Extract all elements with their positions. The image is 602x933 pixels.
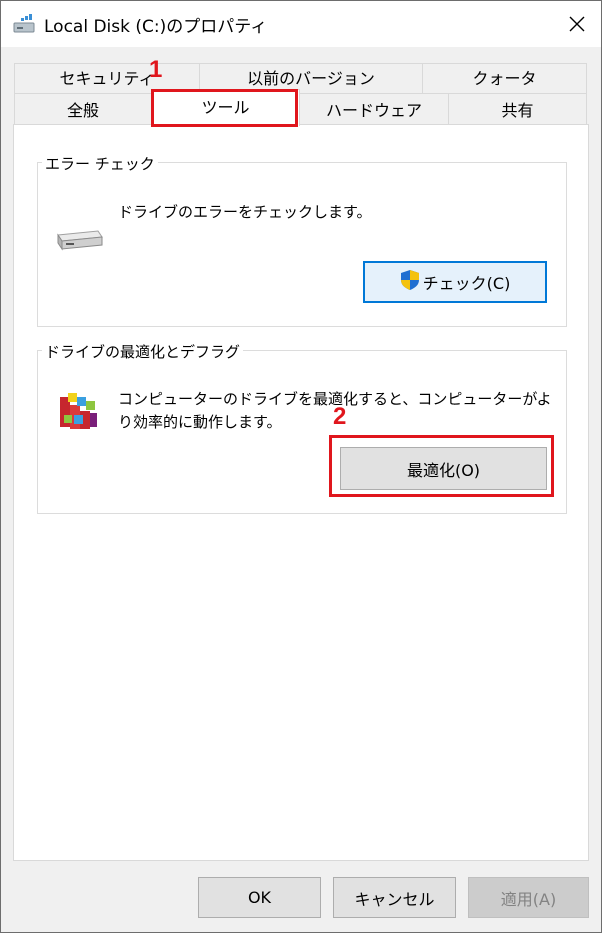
close-icon — [569, 16, 585, 32]
tab-label: 共有 — [501, 101, 534, 120]
annotation-step-1: 1 — [149, 56, 163, 83]
error-check-description: ドライブのエラーをチェックします。 — [118, 203, 372, 221]
optimize-group-title: ドライブの最適化とデフラグ — [42, 341, 244, 362]
optimize-group: ドライブの最適化とデフラグ コンピューターのドライブを最適化すると、コンピュータ… — [37, 341, 567, 514]
tab-content-panel: エラー チェック ドライブのエラーをチェックします。 チェック(C) ドライブの… — [13, 124, 589, 861]
window-title: Local Disk (C:)のプロパティ — [44, 17, 268, 37]
cancel-button-label: キャンセル — [354, 889, 435, 909]
tab-label: ハードウェア — [325, 101, 422, 120]
tab-label: 全般 — [66, 101, 99, 120]
optimize-button[interactable]: 最適化(O) — [340, 447, 547, 490]
tab-label: ツール — [201, 98, 250, 117]
tab-hardware[interactable]: ハードウェア — [299, 93, 449, 125]
tab-quota[interactable]: クォータ — [422, 63, 587, 94]
tab-tools[interactable]: ツール — [151, 89, 300, 126]
optimize-button-label: 最適化(O) — [406, 460, 481, 480]
check-button-label: チェック(C) — [422, 274, 511, 293]
uac-shield-icon — [400, 269, 420, 295]
hard-drive-icon — [54, 223, 104, 257]
apply-button[interactable]: 適用(A) — [468, 877, 589, 918]
annotation-step-2: 2 — [333, 403, 347, 430]
tab-label: クォータ — [472, 69, 537, 88]
optimize-description-line2: り効率的に動作します。 — [118, 413, 282, 431]
apply-button-label: 適用(A) — [500, 889, 557, 909]
title-bar: Local Disk (C:)のプロパティ — [1, 1, 601, 47]
defrag-blocks-icon — [54, 389, 102, 439]
error-check-group-title: エラー チェック — [42, 153, 158, 174]
close-button[interactable] — [553, 1, 601, 47]
error-check-group: エラー チェック ドライブのエラーをチェックします。 チェック(C) — [37, 153, 567, 327]
ok-button-label: OK — [247, 888, 272, 907]
cancel-button[interactable]: キャンセル — [333, 877, 456, 918]
ok-button[interactable]: OK — [198, 877, 321, 918]
check-button[interactable]: チェック(C) — [363, 261, 547, 303]
tab-sharing[interactable]: 共有 — [448, 93, 587, 125]
tab-general[interactable]: 全般 — [14, 93, 152, 125]
properties-window: Local Disk (C:)のプロパティ セキュリティ 以前のバージョン クォ… — [0, 0, 602, 933]
drive-icon — [13, 13, 37, 35]
